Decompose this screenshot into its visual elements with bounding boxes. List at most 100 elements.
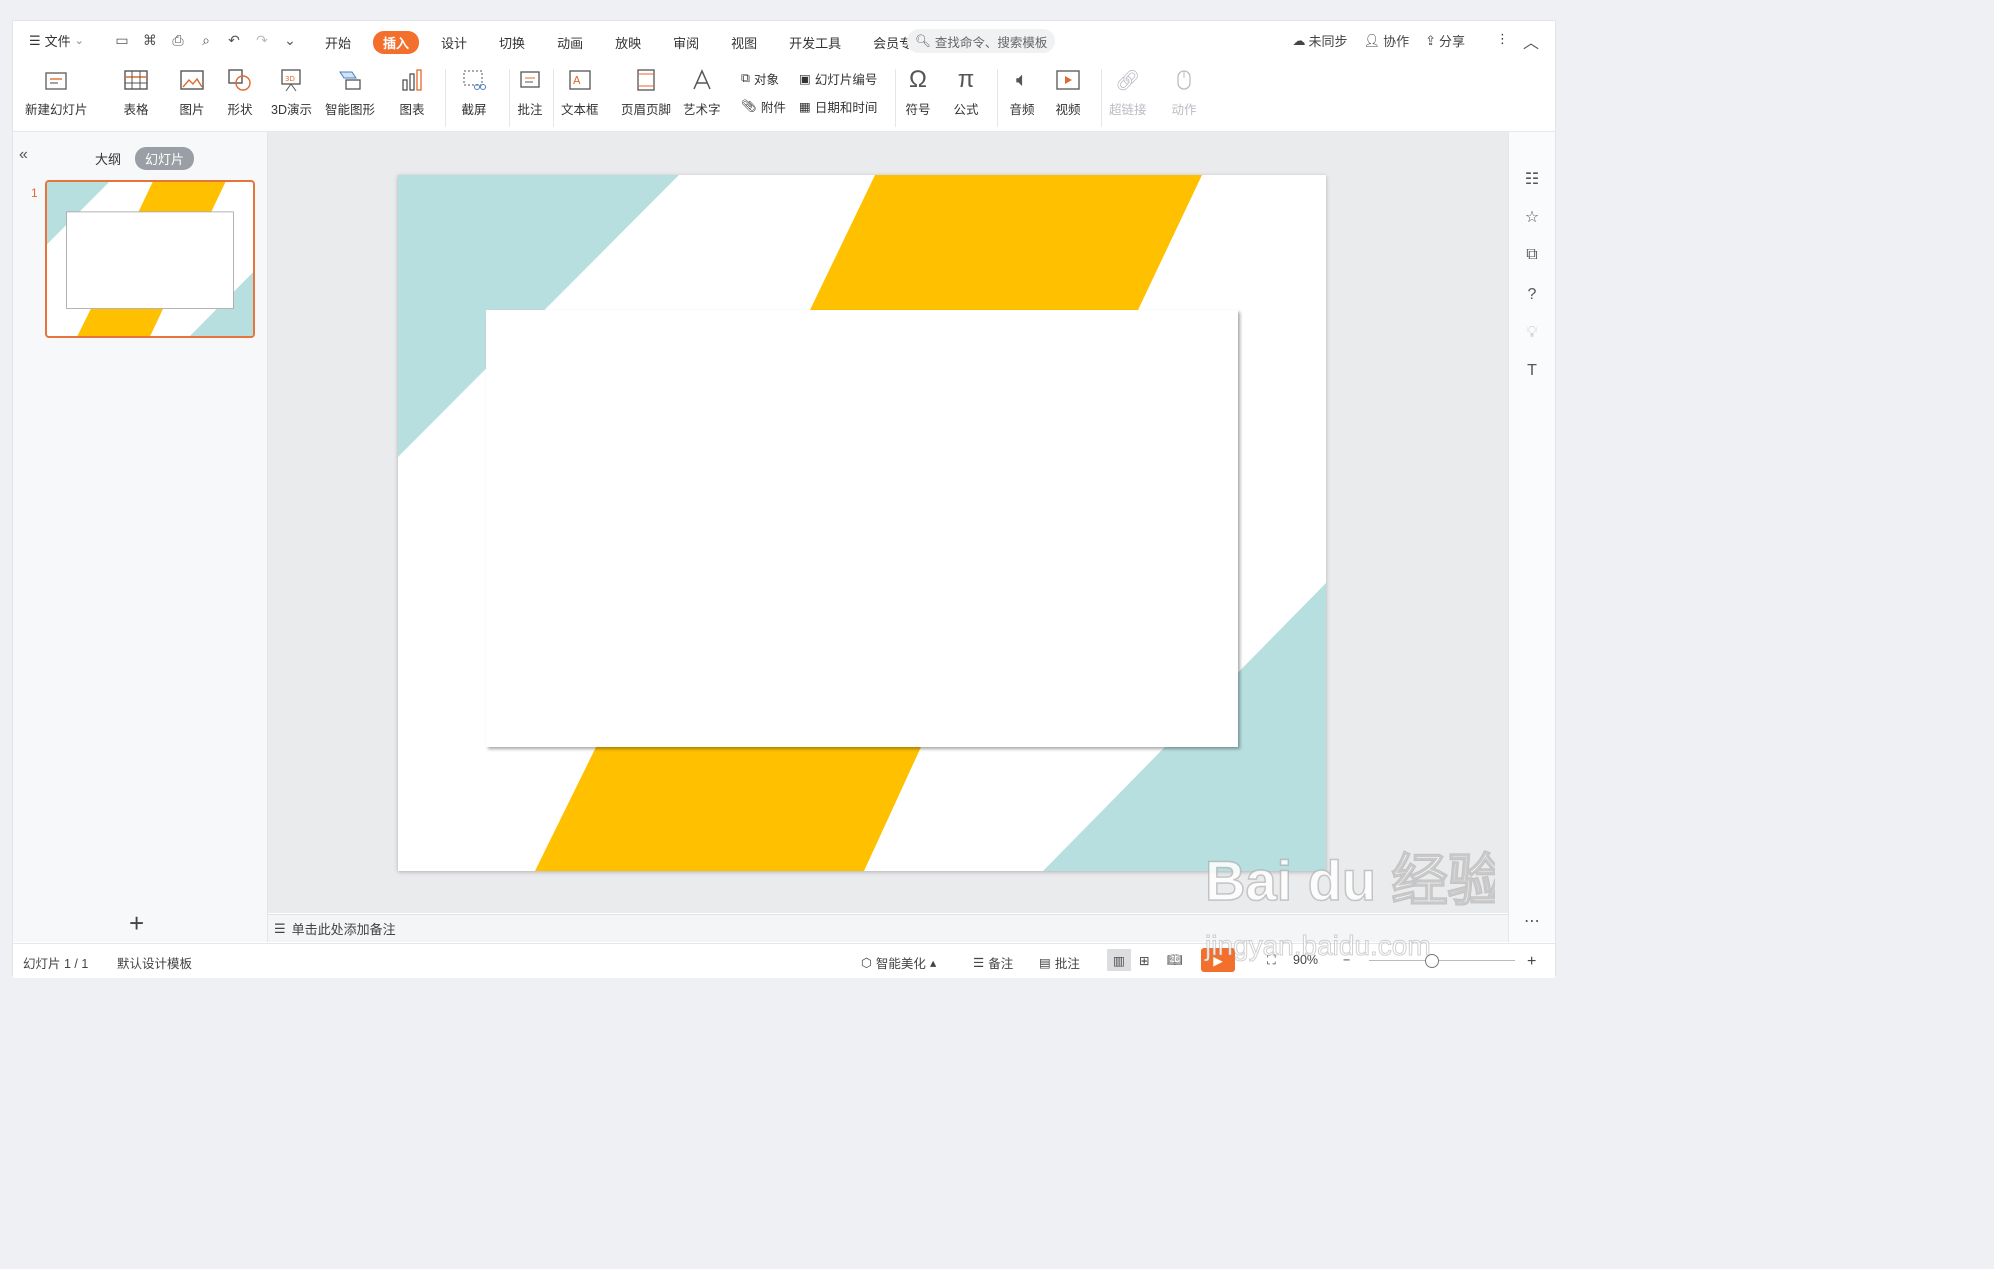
screenshot-button[interactable]: 截屏	[459, 65, 489, 118]
help-icon[interactable]: ?	[1521, 284, 1543, 306]
more-horizontal-icon[interactable]: ⋯	[1521, 910, 1543, 932]
tab-slideshow[interactable]: 放映	[605, 31, 651, 54]
wordart-icon	[687, 65, 717, 95]
datetime-button[interactable]: ▦ 日期和时间	[799, 97, 877, 116]
svg-text:A: A	[573, 74, 581, 87]
status-bar: 幻灯片 1 / 1 默认设计模板 ⬡ 智能美化 ▴ ☰ 备注 ▤ 批注 ▥ ⊞ 📖︎ ▶…	[13, 943, 1555, 978]
tab-outline[interactable]: 大纲	[85, 147, 131, 170]
slide-canvas	[268, 132, 1508, 913]
slide[interactable]	[398, 175, 1326, 871]
zoom-level[interactable]: 90%	[1293, 953, 1318, 967]
shape-button[interactable]: 形状	[225, 65, 255, 118]
new-slide-icon	[41, 65, 71, 95]
mouse-icon	[1169, 65, 1199, 95]
tab-view[interactable]: 视图	[721, 31, 767, 54]
bar-chart-icon	[397, 65, 427, 95]
template-name[interactable]: 默认设计模板	[117, 953, 192, 972]
content-frame	[486, 310, 1238, 747]
picture-icon	[177, 65, 207, 95]
ribbon-separator	[1101, 69, 1102, 127]
notes-toggle-icon: ☰	[973, 956, 985, 970]
print-preview-icon[interactable]: ⌕	[197, 31, 215, 49]
search-input[interactable]: 🔍︎ 查找命令、搜索模板	[907, 29, 1055, 53]
chevron-down-icon: ⌄	[74, 35, 84, 47]
layout-icon[interactable]: ⧉	[1521, 244, 1543, 266]
svg-text:3D: 3D	[285, 75, 295, 83]
speaker-icon: 🔈︎	[1016, 68, 1028, 91]
smartart-button[interactable]: 智能图形	[325, 65, 375, 118]
undo-icon[interactable]: ↶	[225, 31, 243, 49]
print-icon[interactable]: ⎙	[169, 31, 187, 49]
collapse-ribbon-icon[interactable]: ︿	[1523, 29, 1539, 53]
video-button[interactable]: 视频	[1053, 65, 1083, 118]
ribbon-separator	[509, 69, 510, 127]
3d-demo-button[interactable]: 3D 3D演示	[271, 65, 312, 118]
text-icon[interactable]: T	[1521, 360, 1543, 382]
smartart-icon	[335, 65, 365, 95]
insert-ribbon: 新建幻灯片 表格 图片 形状 3D 3D演示 智能图形 图表 截屏 批注 A 文…	[13, 61, 1555, 132]
zoom-slider[interactable]	[1369, 960, 1515, 961]
slide-thumbnail[interactable]	[45, 180, 255, 338]
app-window: ☰ 文件 ⌄ ▭ ⌘ ⎙ ⌕ ↶ ↷ ⌄ 开始 插入 设计 切换 动画 放映 审…	[12, 20, 1556, 978]
wordart-button[interactable]: 艺术字	[683, 65, 721, 118]
search-icon: 🔍︎	[915, 33, 931, 48]
audio-button[interactable]: 🔈︎ 音频	[1007, 65, 1037, 118]
save-icon[interactable]: ▭	[113, 31, 131, 49]
properties-icon[interactable]: ☷	[1521, 168, 1543, 190]
comment-button[interactable]: 批注	[515, 65, 545, 118]
action-button[interactable]: 动作	[1169, 65, 1199, 118]
tab-developer[interactable]: 开发工具	[779, 31, 851, 54]
picture-button[interactable]: 图片	[177, 65, 207, 118]
comment-icon	[515, 65, 545, 95]
grid-view-icon[interactable]: ⊞	[1139, 953, 1149, 968]
video-icon	[1053, 65, 1083, 95]
symbol-button[interactable]: Ω 符号	[903, 65, 933, 118]
comment-toggle-button[interactable]: ▤ 批注	[1039, 953, 1080, 972]
share-button[interactable]: ⇪ 分享	[1425, 31, 1465, 50]
file-menu[interactable]: ☰ 文件 ⌄	[29, 31, 84, 50]
zoom-slider-handle[interactable]	[1425, 954, 1439, 968]
collapse-panel-icon[interactable]: «	[19, 146, 28, 164]
play-icon[interactable]: ▶	[1201, 948, 1235, 972]
reading-view-icon[interactable]: 📖︎	[1167, 953, 1183, 968]
notes-toggle-button[interactable]: ☰ 备注	[973, 953, 1013, 972]
tab-animation[interactable]: 动画	[547, 31, 593, 54]
scissors-icon	[459, 65, 489, 95]
beautify-button[interactable]: ⬡ 智能美化 ▴	[861, 953, 936, 972]
zoom-in-icon[interactable]: +	[1527, 953, 1536, 971]
tab-review[interactable]: 审阅	[663, 31, 709, 54]
fit-window-icon[interactable]: ⛶	[1267, 953, 1276, 968]
object-button[interactable]: ⧉ 对象	[741, 69, 779, 88]
tab-slides[interactable]: 幻灯片	[135, 147, 195, 170]
zoom-out-icon[interactable]: −	[1343, 953, 1350, 967]
table-button[interactable]: 表格	[121, 65, 151, 118]
tab-transition[interactable]: 切换	[489, 31, 535, 54]
formula-button[interactable]: π 公式	[951, 65, 981, 118]
new-slide-button[interactable]: 新建幻灯片	[25, 65, 88, 118]
tab-insert[interactable]: 插入	[373, 31, 420, 54]
tab-home[interactable]: 开始	[315, 31, 361, 54]
chart-button[interactable]: 图表	[397, 65, 427, 118]
3d-icon: 3D	[276, 65, 306, 95]
slide-count: 幻灯片 1 / 1	[23, 957, 89, 971]
redo-icon[interactable]: ↷	[253, 31, 271, 49]
header-footer-button[interactable]: 页眉页脚	[621, 65, 671, 118]
customize-icon[interactable]: ⌄	[281, 31, 299, 49]
notes-area[interactable]: ☰ 单击此处添加备注	[268, 914, 1508, 942]
title-bar: ☰ 文件 ⌄ ▭ ⌘ ⎙ ⌕ ↶ ↷ ⌄ 开始 插入 设计 切换 动画 放映 审…	[13, 21, 1555, 61]
notes-icon: ☰	[274, 920, 286, 936]
tab-design[interactable]: 设计	[431, 31, 477, 54]
textbox-button[interactable]: A 文本框	[561, 65, 599, 118]
more-vertical-icon[interactable]: ⋮	[1496, 31, 1509, 47]
attachment-button[interactable]: 📎︎ 附件	[741, 97, 786, 116]
sync-button[interactable]: ☁ 未同步	[1293, 31, 1348, 50]
format-painter-icon[interactable]: ⌘	[141, 31, 159, 49]
collab-button[interactable]: 👤︎ 协作	[1364, 31, 1410, 50]
lightbulb-icon[interactable]: 💡︎	[1521, 322, 1543, 344]
add-slide-icon[interactable]: +	[129, 908, 144, 939]
star-icon[interactable]: ☆	[1521, 206, 1543, 228]
slide-number-button[interactable]: ▣ 幻灯片编号	[799, 69, 877, 88]
hyperlink-button[interactable]: 🔗︎ 超链接	[1109, 65, 1147, 118]
hamburger-icon: ☰	[29, 32, 41, 48]
normal-view-icon[interactable]: ▥	[1107, 949, 1131, 971]
